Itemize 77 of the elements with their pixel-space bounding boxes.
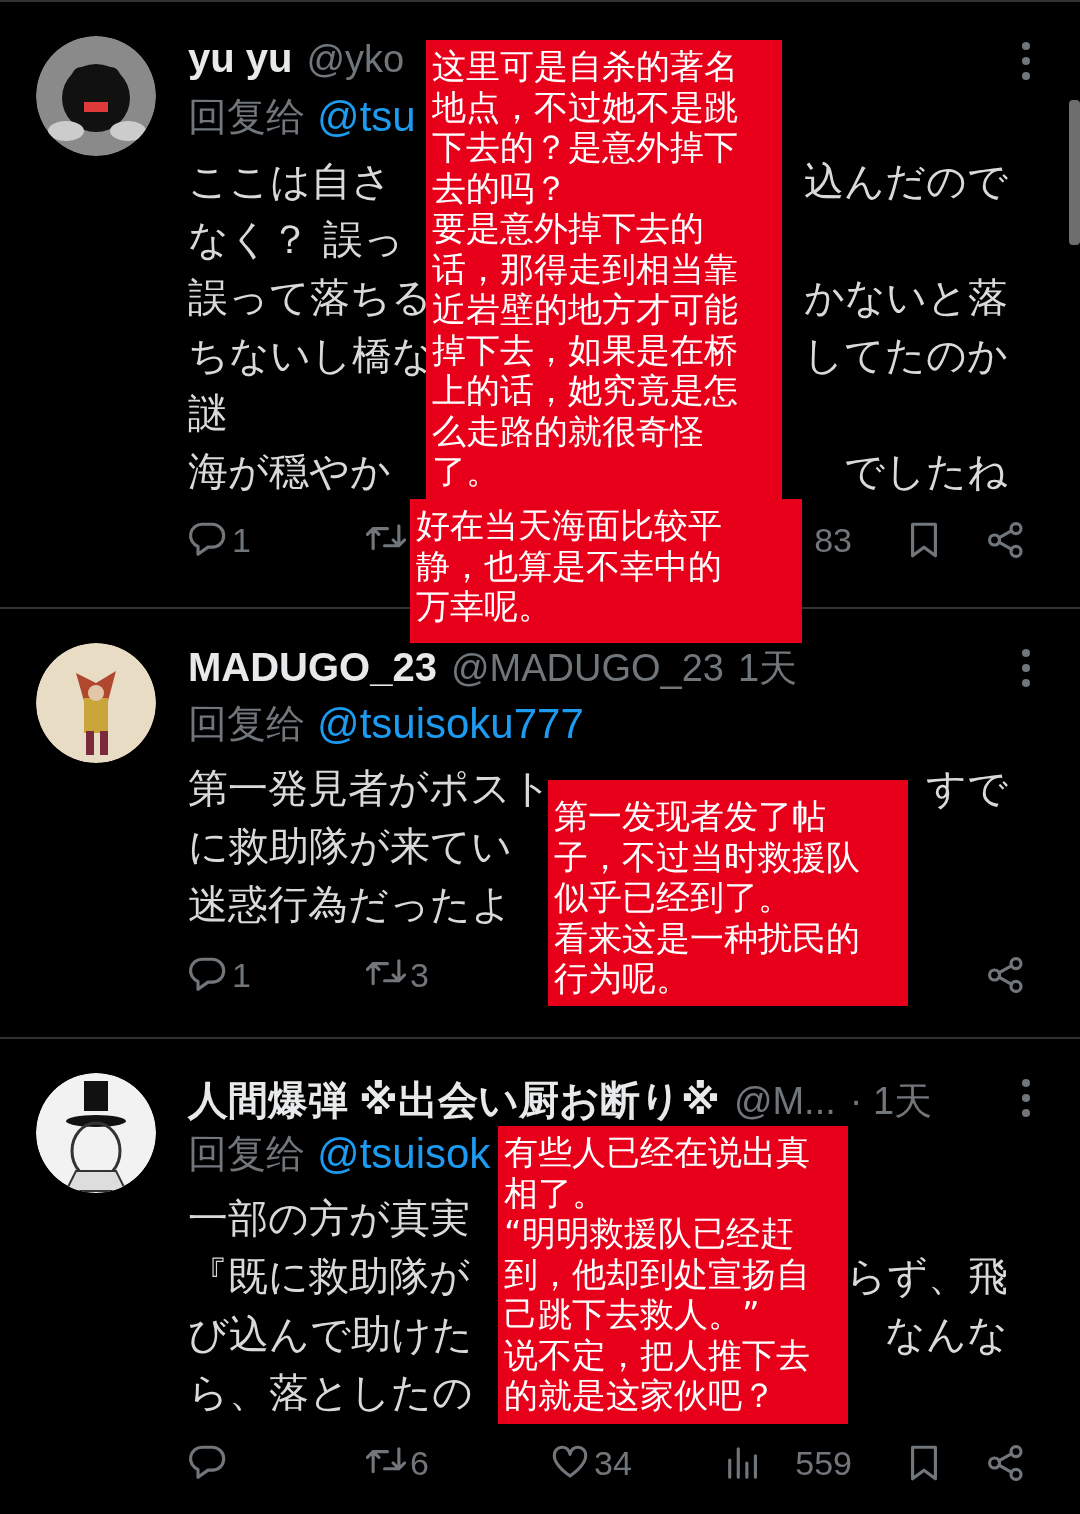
note-text: 有些人已经在说出真 — [504, 1132, 811, 1173]
more-icon[interactable] — [1022, 42, 1030, 80]
share-icon[interactable] — [986, 520, 1026, 560]
note-text: 说不定，把人推下去 — [504, 1334, 811, 1375]
post-text: ちないし橋な — [188, 331, 433, 378]
note-text: 去的吗？ — [432, 167, 569, 208]
note-text: “明明救援队已经赶 — [504, 1213, 795, 1254]
post-text: 迷惑行為だったよ — [188, 880, 512, 929]
action-count: 83 — [813, 520, 852, 560]
post-text: 謎 — [188, 389, 228, 438]
user-name[interactable]: 人間爆弾 ※出会い厨お断り※ — [188, 1073, 720, 1128]
avatar[interactable] — [36, 36, 156, 156]
user-name[interactable]: MADUGO_23 — [188, 645, 437, 690]
user-handle[interactable]: @M... — [733, 1080, 836, 1123]
reply-label: 回复给 — [188, 93, 305, 141]
note-text: 的就是这家伙吧？ — [504, 1375, 777, 1416]
post-text: なく？ 誤っ — [188, 215, 404, 264]
post-text: に救助隊が来てい — [188, 822, 512, 871]
note-text: 掉下去，如果是在桥 — [432, 329, 739, 370]
mention-link[interactable]: @tsuisoku777 — [317, 700, 584, 748]
note-text: 上的话，她究竟是怎 — [432, 370, 739, 411]
user-handle[interactable]: @MADUGO_23 — [450, 647, 724, 690]
note-text: 己跳下去救人。” — [504, 1294, 761, 1335]
note-text: 相了。 — [504, 1172, 607, 1213]
action-count: 34 — [594, 1443, 632, 1483]
note-text: 要是意外掉下去的 — [432, 208, 705, 249]
avatar[interactable] — [36, 1073, 156, 1193]
post-text: 『既に救助隊が — [188, 1252, 470, 1301]
note-text: 子，不过当时救援队 — [554, 836, 861, 877]
post-text: 海が穏やか — [188, 447, 391, 496]
note-text: 地点，不过她不是跳 — [432, 86, 739, 127]
post-text: してたのか — [803, 331, 1008, 380]
post-text: らず、飛 — [846, 1252, 1008, 1301]
more-icon[interactable] — [1022, 1079, 1030, 1117]
note-text: 好在当天海面比较平 — [416, 505, 723, 546]
post-text: ら、落としたの — [188, 1368, 473, 1417]
reply-label: 回复给 — [188, 1130, 305, 1178]
note-text: 这里可是自杀的著名 — [432, 46, 739, 87]
user-name[interactable]: yu yu — [188, 36, 293, 81]
note-text: 么走路的就很奇怪 — [432, 410, 705, 451]
post-text: 一部の方が真実 — [188, 1194, 470, 1243]
post-text: び込んで助けた — [188, 1310, 473, 1359]
share-icon[interactable] — [986, 1443, 1026, 1483]
post-text: でしたね — [844, 447, 1008, 496]
action-count: 3 — [410, 955, 429, 995]
more-icon[interactable] — [1022, 649, 1030, 687]
avatar[interactable] — [36, 643, 156, 763]
note-text: 近岩壁的地方才可能 — [432, 289, 739, 330]
post-text: なんな — [885, 1310, 1008, 1359]
post-text: すで — [926, 764, 1008, 813]
note-text: 第一发现者发了帖 — [554, 796, 827, 837]
post-text: 込んだので — [804, 157, 1008, 206]
note-text: 了。 — [432, 451, 501, 492]
note-text: 下去的？是意外掉下 — [432, 127, 739, 168]
note-text: 看来这是一种扰民的 — [554, 917, 861, 958]
scroll-bar[interactable] — [1069, 100, 1080, 245]
action-count: 559 — [794, 1443, 852, 1483]
mention-link[interactable]: @tsu — [317, 93, 416, 141]
user-handle[interactable]: @yko — [306, 38, 405, 81]
post-time: · 1天 — [849, 1079, 933, 1124]
post-text: 誤って落ちる — [188, 273, 432, 322]
post-text: 第一発見者がポスト — [188, 764, 552, 813]
note-text: 静，也算是不幸中的 — [416, 545, 723, 586]
note-text: 万幸呢。 — [416, 586, 553, 627]
action-count: 1 — [232, 955, 251, 995]
note-text: 行为呢。 — [554, 958, 691, 999]
reply-label: 回复给 — [188, 700, 305, 748]
share-icon[interactable] — [986, 955, 1026, 995]
post-time: 1天 — [737, 646, 798, 691]
post-text: かないと落 — [804, 273, 1008, 322]
note-text: 到，他却到处宣扬自 — [504, 1253, 811, 1294]
action-count: 1 — [232, 520, 251, 560]
action-count: 6 — [410, 1443, 429, 1483]
note-text: 话，那得走到相当靠 — [432, 248, 739, 289]
post-text: ここは自さ — [188, 157, 392, 206]
note-text: 似乎已经到了。 — [554, 877, 793, 918]
mention-link[interactable]: @tsuisok — [317, 1130, 491, 1178]
